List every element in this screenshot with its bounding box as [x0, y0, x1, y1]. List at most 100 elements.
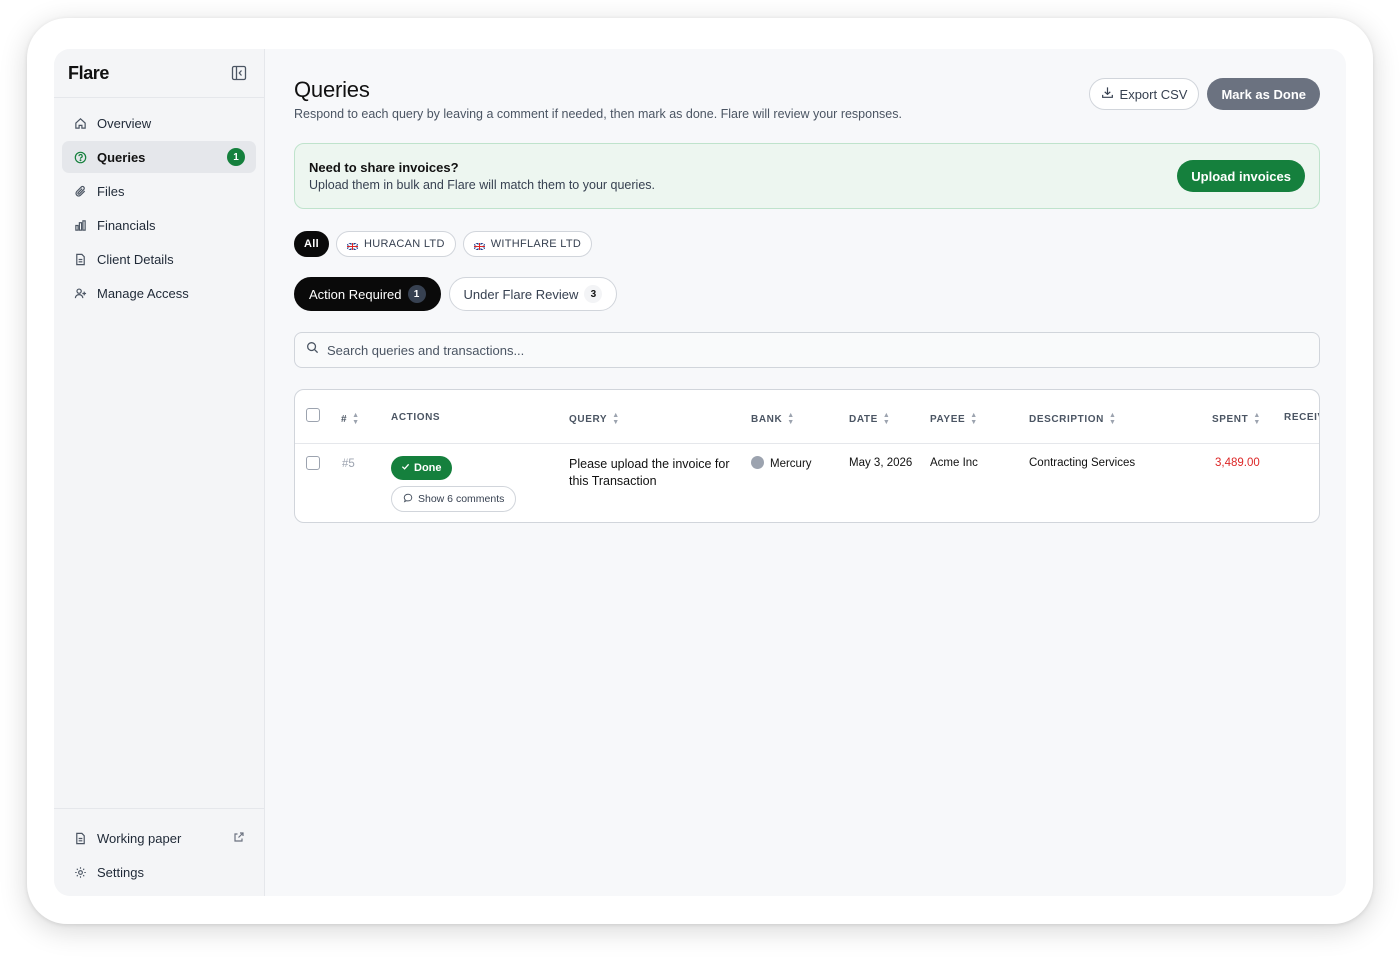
show-comments-button[interactable]: Show 6 comments [391, 486, 517, 512]
comments-label: Show 6 comments [418, 493, 505, 505]
tab-under-flare-review[interactable]: Under Flare Review 3 [448, 277, 618, 311]
entity-filter-all[interactable]: All [294, 231, 329, 257]
main-content: Queries Respond to each query by leaving… [265, 49, 1346, 896]
queries-count-badge: 1 [227, 148, 245, 166]
uk-flag-icon [473, 241, 486, 251]
entity-filter-chips: All HURACAN LTD WITHFLARE LTD [294, 231, 1320, 257]
row-number: #5 [342, 458, 355, 470]
question-circle-icon [73, 150, 87, 164]
sidebar-item-label: Overview [97, 115, 152, 131]
tab-label: Action Required [309, 286, 402, 302]
sidebar-item-label: Working paper [97, 830, 182, 846]
sort-icon: ▲ ▼ [787, 412, 795, 426]
description-cell: Contracting Services [1029, 457, 1136, 469]
bank-name: Mercury [770, 458, 812, 470]
entity-filter-label: HURACAN LTD [363, 238, 445, 250]
app-logo: Flare [68, 62, 110, 83]
device-frame: Flare Overview Queries 1 Files Financial… [27, 18, 1373, 924]
sidebar-item-label: Manage Access [97, 285, 189, 301]
sidebar-item-files[interactable]: Files [62, 175, 256, 207]
sidebar-item-label: Queries [97, 149, 146, 165]
mark-as-done-button[interactable]: Mark as Done [1207, 78, 1320, 110]
sidebar-item-overview[interactable]: Overview [62, 107, 256, 139]
sidebar-header: Flare [54, 49, 264, 98]
spent-cell: 3,489.00 [1215, 457, 1260, 469]
row-checkbox[interactable] [306, 456, 320, 470]
entity-filter-label: All [304, 238, 319, 250]
export-csv-label: Export CSV [1119, 86, 1188, 102]
gear-icon [73, 865, 87, 879]
document-icon [73, 831, 87, 845]
search-bar [294, 332, 1320, 368]
sidebar-item-label: Client Details [97, 251, 174, 267]
select-all-checkbox[interactable] [306, 408, 320, 422]
sidebar-item-queries[interactable]: Queries 1 [62, 141, 256, 173]
entity-filter-withflare[interactable]: WITHFLARE LTD [462, 231, 593, 257]
status-tabs: Action Required 1 Under Flare Review 3 [294, 277, 1320, 311]
done-label: Done [414, 462, 442, 474]
upload-invoices-banner: Need to share invoices? Upload them in b… [294, 143, 1320, 209]
paperclip-icon [73, 184, 87, 198]
query-text: Please upload the invoice for this Trans… [569, 457, 730, 488]
column-header-bank[interactable]: BANK ▲ ▼ [751, 412, 795, 426]
table-row[interactable]: #5 Done Show 6 comments Please upload th [295, 444, 1319, 522]
user-plus-icon [73, 286, 87, 300]
sidebar-item-label: Financials [97, 217, 156, 233]
home-icon [73, 116, 87, 130]
external-link-icon [233, 831, 245, 843]
column-header-spent[interactable]: SPENT ▲ ▼ [1212, 412, 1261, 426]
entity-filter-huracan[interactable]: HURACAN LTD [335, 231, 456, 257]
banner-text: Upload them in bulk and Flare will match… [309, 178, 655, 192]
app-window: Flare Overview Queries 1 Files Financial… [54, 49, 1346, 896]
document-icon [73, 252, 87, 266]
sort-icon: ▲ ▼ [970, 412, 978, 426]
sort-icon: ▲ ▼ [882, 412, 891, 426]
column-header-description[interactable]: DESCRIPTION ▲ ▼ [1029, 412, 1116, 426]
date-cell: May 3, 2026 [849, 457, 913, 469]
done-button[interactable]: Done [391, 456, 452, 480]
sort-icon: ▲ ▼ [1108, 412, 1117, 426]
tab-action-required[interactable]: Action Required 1 [294, 277, 441, 311]
comment-icon [403, 493, 413, 506]
sort-icon: ▲ ▼ [352, 412, 360, 426]
banner-text-block: Need to share invoices? Upload them in b… [309, 160, 655, 192]
sidebar-item-label: Files [97, 183, 125, 199]
column-header-query[interactable]: QUERY ▲ ▼ [569, 412, 620, 426]
column-header-payee[interactable]: PAYEE ▲ ▼ [930, 412, 978, 426]
bank-cell: Mercury [751, 456, 812, 470]
search-icon [306, 341, 319, 359]
sidebar-item-financials[interactable]: Financials [62, 209, 256, 241]
column-header-received[interactable]: RECEIV [1284, 412, 1319, 423]
sidebar-footer: Working paper Settings [54, 808, 264, 896]
payee-cell: Acme Inc [930, 457, 978, 469]
column-header-date[interactable]: DATE ▲ ▼ [849, 412, 890, 426]
sidebar-item-working-paper[interactable]: Working paper [62, 822, 256, 854]
uk-flag-icon [346, 241, 359, 251]
search-input[interactable] [327, 342, 1308, 358]
upload-invoices-button[interactable]: Upload invoices [1177, 160, 1305, 192]
tab-count-badge: 3 [584, 285, 603, 303]
sort-icon: ▲ ▼ [612, 412, 620, 426]
column-header-actions: ACTIONS [391, 412, 441, 423]
download-icon [1101, 86, 1114, 102]
table-header: # ▲ ▼ ACTIONS QUERY ▲ ▼ BANK ▲ ▼ DATE ▲ ▼ [295, 390, 1319, 444]
collapse-sidebar-icon[interactable] [230, 64, 248, 82]
sidebar-item-label: Settings [97, 864, 144, 880]
banner-title: Need to share invoices? [309, 160, 459, 175]
sort-icon: ▲ ▼ [1253, 412, 1261, 426]
header-actions: Export CSV Mark as Done [1088, 78, 1320, 110]
sidebar: Flare Overview Queries 1 Files Financial… [54, 49, 265, 896]
queries-table: # ▲ ▼ ACTIONS QUERY ▲ ▼ BANK ▲ ▼ DATE ▲ ▼ [294, 389, 1320, 523]
bank-logo-icon [751, 456, 764, 469]
tab-label: Under Flare Review [463, 286, 579, 302]
export-csv-button[interactable]: Export CSV [1088, 78, 1200, 110]
bar-chart-icon [73, 218, 87, 232]
checkmark-icon [401, 462, 410, 474]
sidebar-nav: Overview Queries 1 Files Financials Clie… [54, 98, 264, 309]
column-header-number[interactable]: # ▲ ▼ [341, 412, 360, 426]
sidebar-item-client-details[interactable]: Client Details [62, 243, 256, 275]
sidebar-item-settings[interactable]: Settings [62, 856, 256, 888]
entity-filter-label: WITHFLARE LTD [490, 238, 582, 250]
tab-count-badge: 1 [407, 285, 426, 303]
sidebar-item-manage-access[interactable]: Manage Access [62, 277, 256, 309]
